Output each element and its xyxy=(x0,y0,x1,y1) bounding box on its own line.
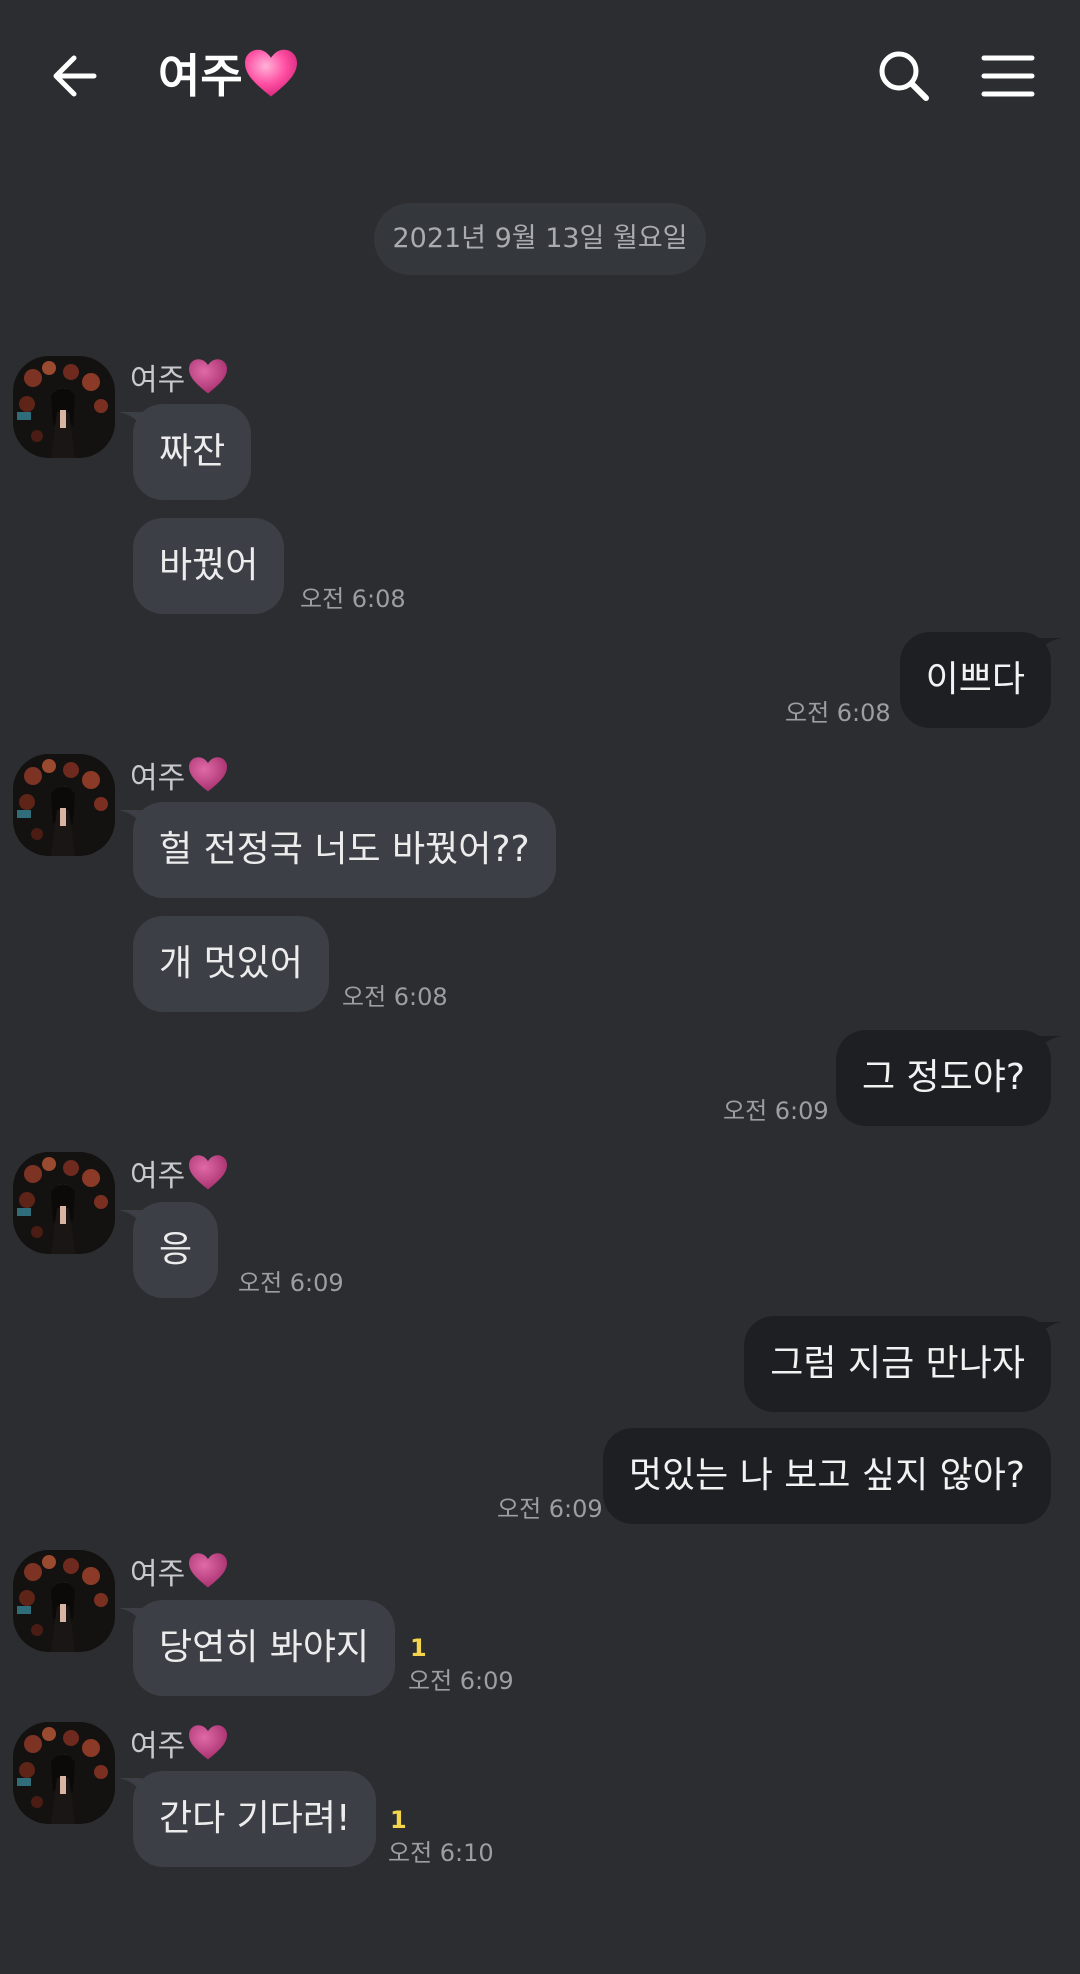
unread-count: 1 xyxy=(410,1634,427,1662)
message-bubble[interactable]: 바꿨어 xyxy=(133,518,285,614)
message-bubble[interactable]: 헐 전정국 너도 바꿨어?? xyxy=(133,802,556,898)
bubble-tail xyxy=(1038,1322,1062,1336)
heart-icon xyxy=(187,756,229,794)
message-bubble[interactable]: 당연히 봐야지 xyxy=(133,1600,396,1696)
message-time: 오전 6:09 xyxy=(408,1667,514,1695)
bubble-tail xyxy=(1038,1036,1062,1050)
chat-screen: 여주 2021년 9월 13일 월요일 여주 짜잔 바꿨어 오전 6:08 이쁘… xyxy=(0,0,1080,1974)
avatar[interactable] xyxy=(13,1550,115,1652)
message-bubble[interactable]: 멋있는 나 보고 싶지 않아? xyxy=(602,1428,1051,1524)
sender-name: 여주 xyxy=(130,756,229,796)
message-time: 오전 6:08 xyxy=(342,983,448,1011)
unread-count: 1 xyxy=(390,1806,407,1834)
chat-title-text: 여주 xyxy=(158,49,243,103)
avatar[interactable] xyxy=(13,754,115,856)
sender-name: 여주 xyxy=(130,1724,229,1764)
sender-name: 여주 xyxy=(130,358,229,398)
message-time: 오전 6:09 xyxy=(497,1495,603,1523)
chat-title: 여주 xyxy=(158,40,299,112)
message-time: 오전 6:09 xyxy=(238,1269,344,1297)
bubble-tail xyxy=(1038,638,1062,652)
chat-header: 여주 xyxy=(0,0,1080,150)
search-icon xyxy=(879,51,929,101)
heart-icon xyxy=(187,1154,229,1192)
menu-button[interactable] xyxy=(972,40,1044,112)
sender-name-text: 여주 xyxy=(130,761,186,796)
message-bubble[interactable]: 그 정도야? xyxy=(835,1030,1051,1126)
message-time: 오전 6:08 xyxy=(785,699,891,727)
message-bubble[interactable]: 간다 기다려! xyxy=(133,1771,377,1867)
date-divider: 2021년 9월 13일 월요일 xyxy=(374,203,706,275)
pink-heart-icon xyxy=(243,48,299,100)
message-bubble[interactable]: 개 멋있어 xyxy=(133,916,329,1012)
message-time: 오전 6:08 xyxy=(300,585,406,613)
heart-icon xyxy=(187,358,229,396)
sender-name-text: 여주 xyxy=(130,1729,186,1764)
search-button[interactable] xyxy=(868,40,940,112)
sender-name: 여주 xyxy=(130,1552,229,1592)
avatar[interactable] xyxy=(13,356,115,458)
message-time: 오전 6:09 xyxy=(723,1097,829,1125)
message-bubble[interactable]: 그럼 지금 만나자 xyxy=(744,1316,1051,1412)
message-time: 오전 6:10 xyxy=(388,1839,494,1867)
avatar[interactable] xyxy=(13,1152,115,1254)
sender-name-text: 여주 xyxy=(130,1557,186,1592)
back-button[interactable] xyxy=(40,40,112,112)
heart-icon xyxy=(187,1552,229,1590)
sender-name-text: 여주 xyxy=(130,363,186,398)
heart-icon xyxy=(187,1724,229,1762)
arrow-left-icon xyxy=(53,55,97,97)
sender-name: 여주 xyxy=(130,1154,229,1194)
sender-name-text: 여주 xyxy=(130,1159,186,1194)
message-bubble[interactable]: 이쁘다 xyxy=(899,632,1051,728)
hamburger-menu-icon xyxy=(981,55,1035,97)
avatar[interactable] xyxy=(13,1722,115,1824)
message-bubble[interactable]: 응 xyxy=(133,1202,219,1298)
message-bubble[interactable]: 짜잔 xyxy=(133,404,252,500)
